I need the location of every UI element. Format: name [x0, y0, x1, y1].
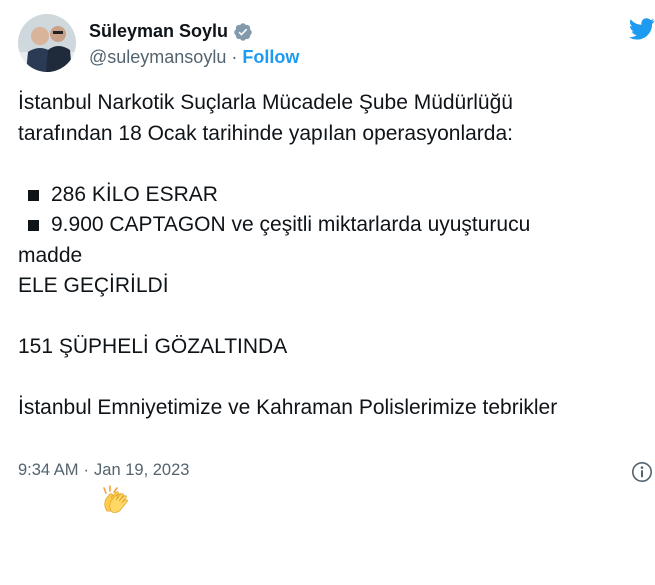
author-name-row: Süleyman Soylu	[89, 21, 253, 42]
bullet-text: 286 KİLO ESRAR	[51, 182, 218, 206]
tweet-text: İstanbul Narkotik Suçlarla Mücadele Şube…	[18, 88, 655, 513]
author-name[interactable]: Süleyman Soylu	[89, 21, 228, 42]
square-bullet-icon	[28, 189, 39, 201]
tweet-date[interactable]: Jan 19, 2023	[94, 461, 189, 480]
avatar[interactable]	[18, 14, 76, 72]
separator-dot: ·	[83, 461, 90, 479]
verified-badge-icon	[233, 22, 253, 42]
bullet-item: 9.900 CAPTAGON ve çeşitli miktarlarda uy…	[18, 210, 655, 241]
author-handle[interactable]: @suleymansoylu	[89, 47, 226, 68]
tweet-time[interactable]: 9:34 AM	[18, 461, 79, 480]
tweet-text-line: ELE GEÇİRİLDİ	[18, 274, 169, 297]
separator-dot: ·	[231, 47, 238, 67]
square-bullet-icon	[28, 220, 39, 232]
tweet-text-line: 151 ŞÜPHELİ GÖZALTINDA	[18, 335, 288, 358]
tweet-text-line: tarafından 18 Ocak tarihinde yapılan ope…	[18, 121, 513, 145]
tweet-card: Süleyman Soylu @suleymansoylu · Follow İ…	[0, 0, 655, 513]
tweet-timestamp[interactable]: 9:34 AM · Jan 19, 2023	[18, 461, 189, 480]
follow-button[interactable]: Follow	[242, 47, 299, 68]
tweet-header: Süleyman Soylu @suleymansoylu · Follow	[18, 12, 655, 76]
twitter-bird-icon[interactable]	[628, 18, 655, 40]
bullet-item: 286 KİLO ESRAR	[18, 180, 655, 211]
author-handle-row: @suleymansoylu · Follow	[89, 47, 299, 68]
bullet-text: 9.900 CAPTAGON ve çeşitli miktarlarda uy…	[51, 213, 531, 236]
info-icon[interactable]	[631, 461, 653, 483]
emoji-line	[18, 424, 655, 513]
tweet-text-line: madde	[18, 243, 83, 267]
tweet-text-line: İstanbul Emniyetimize ve Kahraman Polisl…	[18, 396, 558, 419]
tweet-text-line: İstanbul Narkotik Suçlarla Mücadele Şube…	[18, 91, 513, 114]
